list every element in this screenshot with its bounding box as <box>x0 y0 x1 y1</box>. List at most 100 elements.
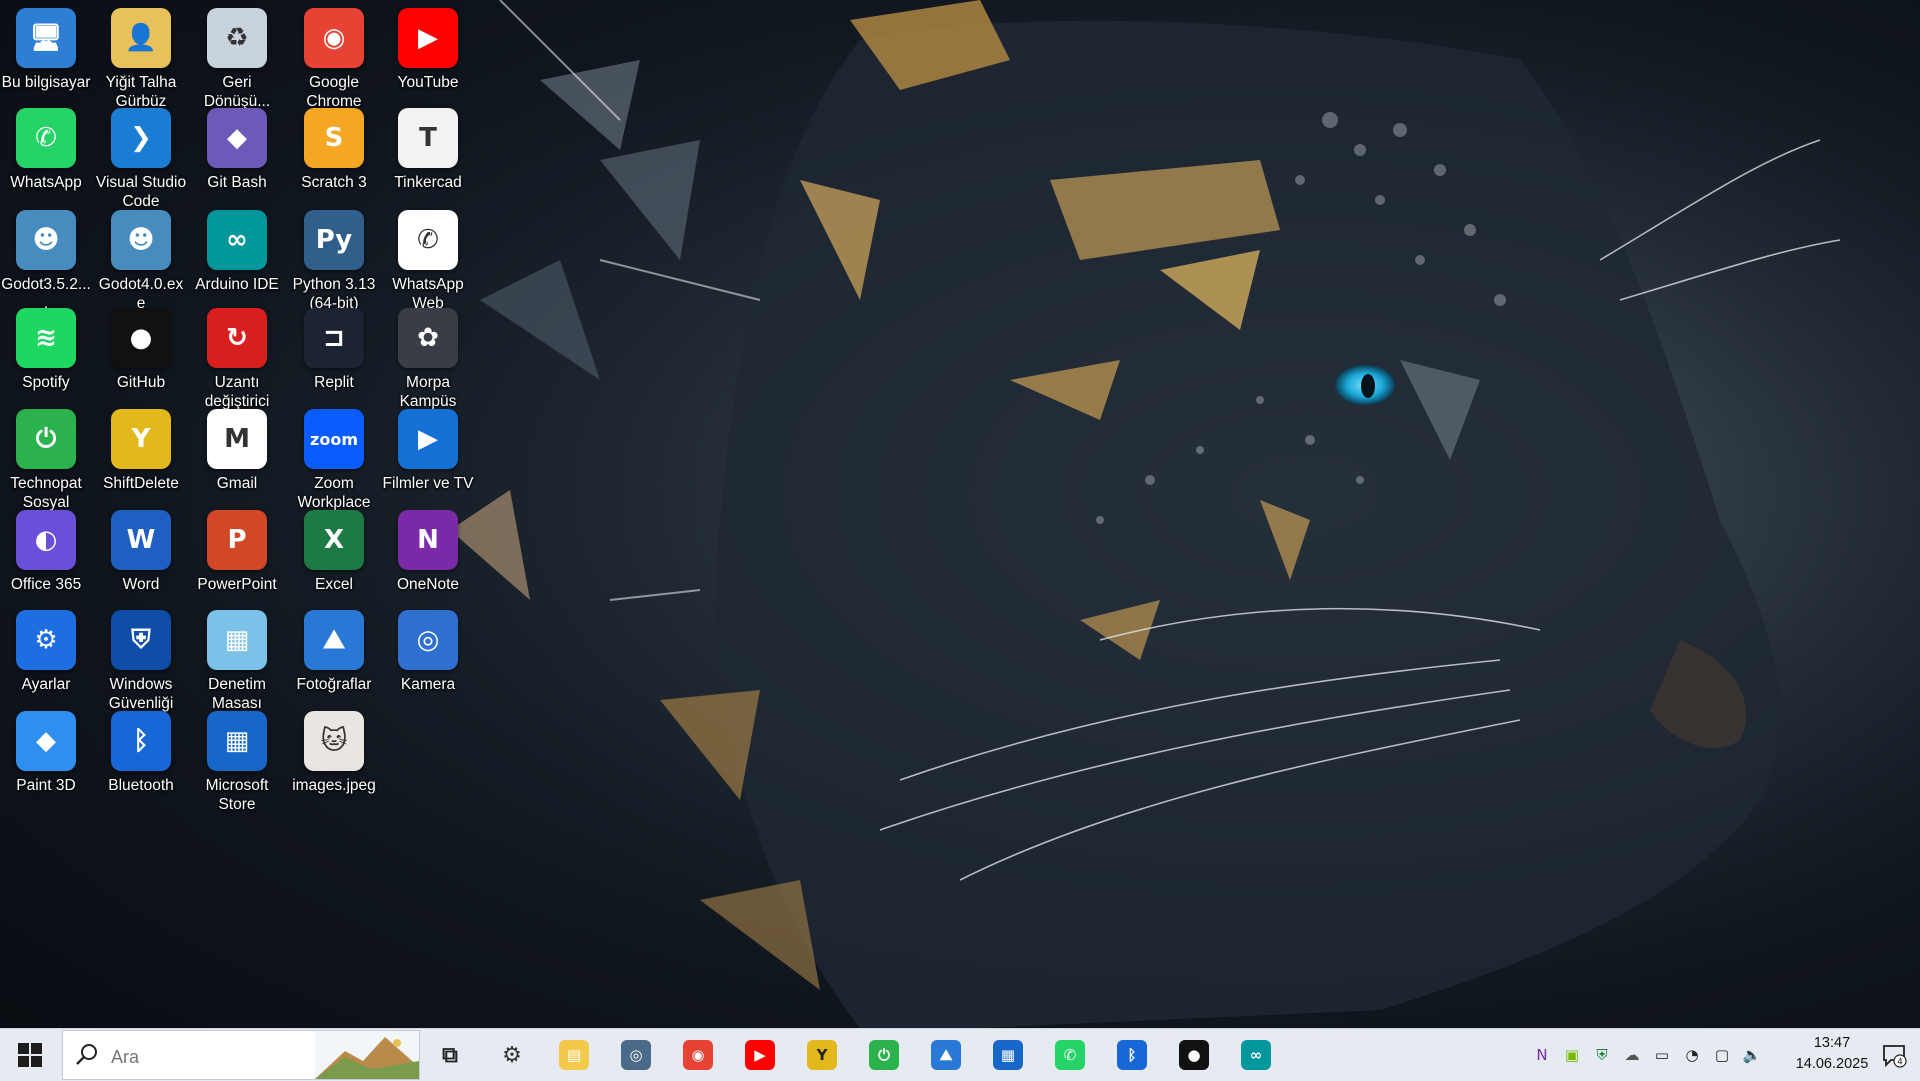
taskbar-app-file-explorer[interactable]: ▤ <box>547 1029 601 1081</box>
taskbar-app-photos[interactable]: ⛰ <box>919 1029 973 1081</box>
movies-tv-icon: ▶ <box>398 409 458 469</box>
morpa-icon: ✿ <box>398 308 458 368</box>
onenote-icon: N <box>398 510 458 570</box>
godot-icon: ☻ <box>111 210 171 270</box>
desktop-icon-label: Arduino IDE <box>195 276 279 293</box>
powerpoint-icon: P <box>207 510 267 570</box>
desktop-icon-kamera[interactable]: ◎ Kamera <box>382 604 474 722</box>
extension-changer-icon: ↻ <box>207 308 267 368</box>
desktop-icon-label: Kamera <box>400 676 456 693</box>
tray-cloud-icon[interactable]: ☁ <box>1619 1029 1645 1081</box>
tray-nvidia-icon[interactable]: ▣ <box>1559 1029 1585 1081</box>
taskbar-app-youtube[interactable]: ▶ <box>733 1029 787 1081</box>
desktop-icon-label: Tinkercad <box>394 174 462 191</box>
folder-icon: ▤ <box>559 1040 589 1070</box>
computer-icon: 🖥 <box>16 8 76 68</box>
desktop-icon-whatsapp[interactable]: ✆ WhatsApp <box>0 102 92 220</box>
taskbar-app-arduino[interactable]: ∞ <box>1229 1029 1283 1081</box>
desktop: 🖥 Bu bilgisayar 👤 Yiğit Talha Gürbüz ♻ Geri D… <box>0 0 1920 1028</box>
technopat-icon: ⏻ <box>869 1040 899 1070</box>
desktop-icon-git-bash[interactable]: ◆ Git Bash <box>191 102 283 220</box>
youtube-icon: ▶ <box>745 1040 775 1070</box>
search-icon <box>76 1044 97 1065</box>
taskbar-app-bluetooth[interactable]: ᛒ <box>1105 1029 1159 1081</box>
bluetooth-icon: ᛒ <box>1117 1040 1147 1070</box>
taskbar-app-microsoft-store[interactable]: ▦ <box>981 1029 1035 1081</box>
whatsapp-icon: ✆ <box>16 108 76 168</box>
image-file-thumbnail-icon: 🐱 <box>304 711 364 771</box>
spotify-icon: ≋ <box>16 308 76 368</box>
desktop-icon-label: Excel <box>315 576 353 593</box>
search-input[interactable] <box>109 1043 313 1071</box>
desktop-icon-paint-3d[interactable]: ◆ Paint 3D <box>0 705 92 823</box>
settings-gear-icon: ⚙ <box>502 1042 522 1068</box>
technopat-icon: ⏻ <box>16 409 76 469</box>
desktop-icon-label: Word <box>122 576 160 593</box>
taskbar-app-whatsapp[interactable]: ✆ <box>1043 1029 1097 1081</box>
microsoft-store-icon: ▦ <box>207 711 267 771</box>
taskbar-app-github[interactable]: ● <box>1167 1029 1221 1081</box>
tray-device-icon[interactable]: ▢ <box>1709 1029 1735 1081</box>
desktop-icon-images-jpeg[interactable]: 🐱 images.jpeg <box>288 705 380 823</box>
taskbar: ⧉ ⚙ ▤ ◎ ◉ ▶ Y ⏻ ⛰ ▦ ✆ ᛒ ● ∞ N▣⛨☁▭◔▢🔈 13:47 14.06.2025… <box>0 1028 1920 1081</box>
desktop-icon-tinkercad[interactable]: T Tinkercad <box>382 102 474 220</box>
desktop-icon-label: Replit <box>314 374 354 391</box>
start-button[interactable] <box>0 1029 60 1081</box>
tray-windows-security-icon[interactable]: ⛨ <box>1589 1029 1615 1081</box>
tray-volume-icon[interactable]: 🔈 <box>1739 1029 1765 1081</box>
desktop-icon-label: Fotoğraflar <box>296 676 372 693</box>
desktop-icon-bluetooth[interactable]: ᛒ Bluetooth <box>95 705 187 823</box>
paint3d-icon: ◆ <box>16 711 76 771</box>
tray-battery-icon[interactable]: ▭ <box>1649 1029 1675 1081</box>
photos-icon: ⛰ <box>304 610 364 670</box>
notification-count: 4 <box>1897 1058 1903 1068</box>
desktop-icon-label: Bluetooth <box>108 777 174 794</box>
desktop-icon-visual-studio-code[interactable]: ❯ Visual Studio Code <box>95 102 187 220</box>
desktop-icon-label: Bu bilgisayar <box>1 74 91 91</box>
desktop-icon-label: images.jpeg <box>292 777 376 794</box>
camera-icon: ◎ <box>398 610 458 670</box>
desktop-icon-label: GitHub <box>116 374 166 391</box>
windows-start-icon <box>18 1043 42 1067</box>
desktop-icon-label: Paint 3D <box>16 777 76 794</box>
whatsapp-web-icon: ✆ <box>398 210 458 270</box>
desktop-icon-label: YouTube <box>397 74 459 91</box>
taskbar-app-shiftdelete[interactable]: Y <box>795 1029 849 1081</box>
tray-wifi-icon[interactable]: ◔ <box>1679 1029 1705 1081</box>
desktop-icon-label: PowerPoint <box>197 576 277 593</box>
python-icon: Py <box>304 210 364 270</box>
chrome-icon: ◉ <box>304 8 364 68</box>
taskbar-app-task-view[interactable]: ⧉ <box>423 1029 477 1081</box>
desktop-icon-scratch-3[interactable]: S Scratch 3 <box>288 102 380 220</box>
git-bash-icon: ◆ <box>207 108 267 168</box>
scratch-icon: S <box>304 108 364 168</box>
taskbar-app-settings[interactable]: ⚙ <box>485 1029 539 1081</box>
tinkercad-icon: T <box>398 108 458 168</box>
github-icon: ● <box>1179 1040 1209 1070</box>
desktop-icon-label: Filmler ve TV <box>382 475 474 492</box>
vscode-icon: ❯ <box>111 108 171 168</box>
taskbar-search-box[interactable] <box>62 1030 420 1080</box>
office-icon: ◐ <box>16 510 76 570</box>
desktop-icon-microsoft-store[interactable]: ▦ Microsoft Store <box>191 705 283 823</box>
task-view-icon: ⧉ <box>442 1042 458 1068</box>
desktop-icon-label: ShiftDelete <box>103 475 179 492</box>
taskbar-app-chrome[interactable]: ◉ <box>671 1029 725 1081</box>
youtube-icon: ▶ <box>398 8 458 68</box>
windows-security-icon: ⛨ <box>111 610 171 670</box>
shiftdelete-icon: Y <box>111 409 171 469</box>
desktop-icon-label: Ayarlar <box>21 676 71 693</box>
taskbar-app-technopat[interactable]: ⏻ <box>857 1029 911 1081</box>
clock-date: 14.06.2025 <box>1795 1056 1869 1072</box>
desktop-icon-label: WhatsApp <box>10 174 82 191</box>
notification-center-button[interactable]: 4 <box>1868 1029 1920 1081</box>
taskbar-app-camera[interactable]: ◎ <box>609 1029 663 1081</box>
zoom-icon: zoom <box>304 409 364 469</box>
desktop-icon-label: Microsoft Store <box>205 777 269 813</box>
chrome-icon: ◉ <box>683 1040 713 1070</box>
taskbar-clock[interactable]: 13:47 14.06.2025 <box>1782 1029 1882 1081</box>
settings-gear-icon: ⚙ <box>16 610 76 670</box>
tray-onenote-icon[interactable]: N <box>1529 1029 1555 1081</box>
github-icon: ● <box>111 308 171 368</box>
word-icon: W <box>111 510 171 570</box>
